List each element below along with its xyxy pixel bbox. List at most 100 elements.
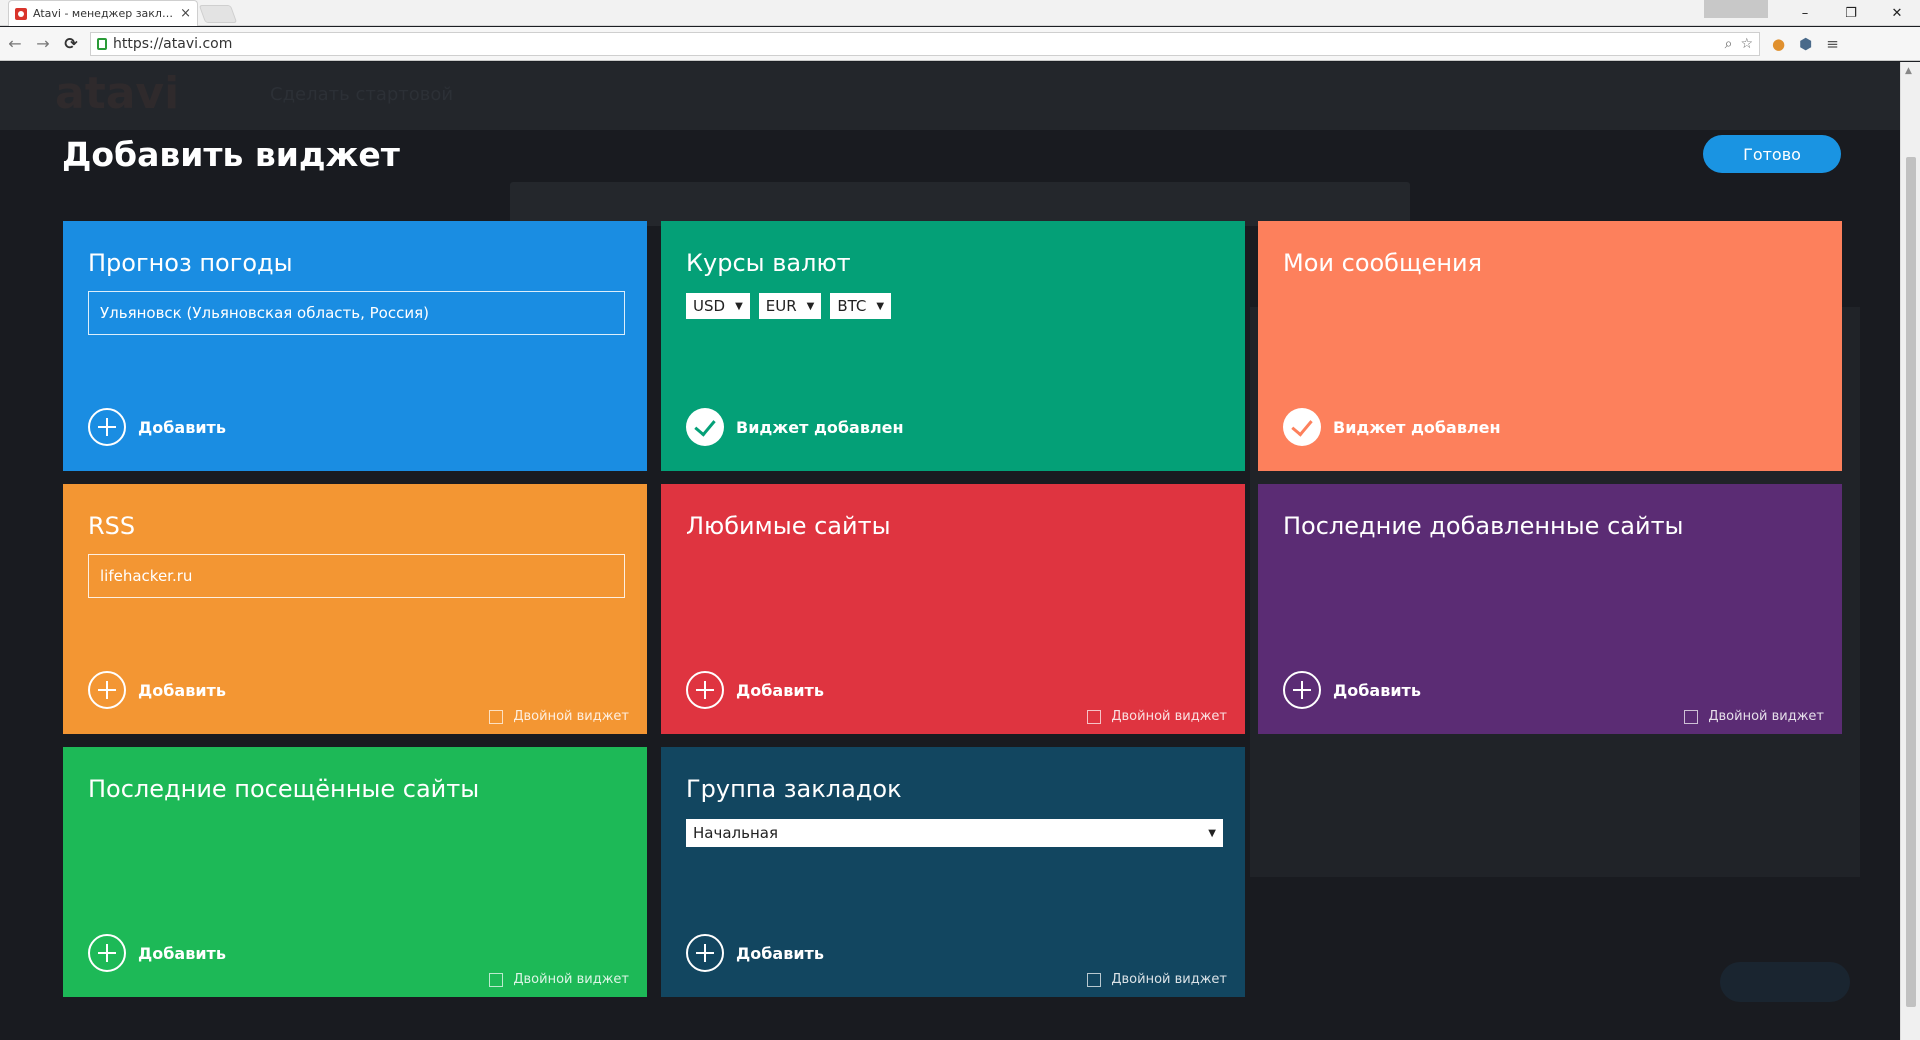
add-button[interactable]: Добавить (1283, 671, 1421, 709)
added-status: Виджет добавлен (1283, 408, 1501, 446)
browser-titlebar: Atavi - менеджер заклад × – ❐ ✕ (0, 0, 1920, 26)
page-scrollbar[interactable]: ▲ (1900, 62, 1920, 1040)
close-window-button[interactable]: ✕ (1874, 0, 1920, 26)
tile-title: RSS (88, 512, 136, 540)
messages-widget-tile: Мои сообщения Виджет добавлен (1258, 221, 1842, 471)
add-label: Добавить (1333, 680, 1421, 700)
double-widget-label: Двойной виджет (1111, 972, 1227, 987)
currency-select-value: EUR (765, 297, 797, 315)
double-widget-label: Двойной виджет (513, 709, 629, 724)
plus-circle-icon (88, 408, 126, 446)
new-tab-button[interactable] (198, 5, 238, 23)
atavi-favicon-icon (15, 7, 27, 20)
add-button[interactable]: Добавить (88, 671, 226, 709)
dropdown-caret-icon: ▼ (1208, 827, 1216, 839)
dropdown-caret-icon: ▼ (876, 300, 885, 312)
zoom-icon[interactable]: ⌕ (1725, 36, 1733, 52)
double-widget-checkbox[interactable] (1087, 709, 1102, 724)
bookmark-star-icon[interactable]: ☆ (1740, 36, 1753, 52)
bookmark-group-widget-tile: Группа закладок Начальная ▼ Добавить Дво… (661, 747, 1245, 997)
browser-toolbar: ← → ⟳ https://atavi.com ⌕ ☆ ● ⬢ ≡ (0, 27, 1920, 61)
check-circle-icon (686, 408, 724, 446)
restore-button[interactable]: ❐ (1828, 0, 1874, 26)
double-widget-option[interactable]: Двойной виджет (489, 972, 629, 987)
window-profile-area (1704, 0, 1768, 18)
plus-circle-icon (88, 934, 126, 972)
double-widget-checkbox[interactable] (489, 972, 504, 987)
plus-circle-icon (686, 671, 724, 709)
added-status: Виджет добавлен (686, 408, 904, 446)
lock-icon (97, 37, 107, 50)
address-bar[interactable]: https://atavi.com ⌕ ☆ (90, 31, 1760, 56)
check-circle-icon (1283, 408, 1321, 446)
dropdown-caret-icon: ▼ (806, 300, 815, 312)
add-label: Добавить (138, 680, 226, 700)
back-arrow-icon[interactable]: ← (2, 31, 28, 57)
plus-circle-icon (88, 671, 126, 709)
city-input[interactable] (88, 291, 625, 335)
added-label: Виджет добавлен (736, 417, 904, 437)
forward-arrow-icon[interactable]: → (30, 31, 56, 57)
double-widget-option[interactable]: Двойной виджет (489, 709, 629, 724)
currency-selects: USD ▼ EUR ▼ BTC ▼ (686, 293, 1220, 319)
double-widget-label: Двойной виджет (1111, 709, 1227, 724)
add-label: Добавить (736, 943, 824, 963)
double-widget-label: Двойной виджет (1708, 709, 1824, 724)
double-widget-option[interactable]: Двойной виджет (1684, 709, 1824, 724)
done-button[interactable]: Готово (1703, 135, 1841, 173)
add-button[interactable]: Добавить (88, 408, 226, 446)
rss-widget-tile: RSS Добавить Двойной виджет (63, 484, 647, 734)
extension-icons: ● ⬢ ≡ (1772, 35, 1839, 53)
plus-circle-icon (1283, 671, 1321, 709)
add-button[interactable]: Добавить (88, 934, 226, 972)
double-widget-checkbox[interactable] (1087, 972, 1102, 987)
add-label: Добавить (138, 943, 226, 963)
currency-select-value: BTC (837, 297, 867, 315)
double-widget-checkbox[interactable] (1684, 709, 1699, 724)
shield-extension-icon[interactable]: ⬢ (1799, 35, 1812, 53)
currency-select-3[interactable]: BTC ▼ (830, 293, 892, 319)
background-search (510, 182, 1410, 226)
recent-added-widget-tile: Последние добавленные сайты Добавить Дво… (1258, 484, 1842, 734)
added-label: Виджет добавлен (1333, 417, 1501, 437)
background-slogan: Сделать стартовой (270, 84, 454, 105)
background-logo: atavi (55, 68, 180, 119)
rss-url-input[interactable] (88, 554, 625, 598)
cookie-extension-icon[interactable]: ● (1772, 35, 1785, 53)
tile-title: Курсы валют (686, 249, 851, 277)
minimize-button[interactable]: – (1782, 0, 1828, 26)
double-widget-option[interactable]: Двойной виджет (1087, 972, 1227, 987)
tab-close-icon[interactable]: × (180, 6, 191, 21)
bookmark-group-value: Начальная (693, 824, 778, 842)
page-content: atavi Сделать стартовой Добавить виджет … (0, 62, 1900, 1040)
currency-select-value: USD (693, 297, 726, 315)
background-header: atavi Сделать стартовой (0, 62, 1900, 130)
tile-title: Любимые сайты (686, 512, 891, 540)
scrollbar-thumb[interactable] (1906, 157, 1916, 1007)
weather-widget-tile: Прогноз погоды Добавить (63, 221, 647, 471)
add-button[interactable]: Добавить (686, 671, 824, 709)
plus-circle-icon (686, 934, 724, 972)
favorites-widget-tile: Любимые сайты Добавить Двойной виджет (661, 484, 1245, 734)
currency-select-1[interactable]: USD ▼ (686, 293, 750, 319)
add-label: Добавить (736, 680, 824, 700)
tab-title: Atavi - менеджер заклад (33, 7, 177, 20)
page-title: Добавить виджет (62, 135, 400, 174)
reload-icon[interactable]: ⟳ (58, 31, 84, 57)
scroll-up-icon[interactable]: ▲ (1905, 66, 1912, 76)
double-widget-label: Двойной виджет (513, 972, 629, 987)
dropdown-caret-icon: ▼ (735, 300, 743, 312)
double-widget-checkbox[interactable] (489, 709, 504, 724)
add-button[interactable]: Добавить (686, 934, 824, 972)
tile-title: Последние посещённые сайты (88, 775, 480, 803)
window-controls: – ❐ ✕ (1704, 0, 1920, 26)
recent-visited-widget-tile: Последние посещённые сайты Добавить Двой… (63, 747, 647, 997)
browser-tab[interactable]: Atavi - менеджер заклад × (8, 0, 198, 26)
currency-select-2[interactable]: EUR ▼ (758, 293, 822, 319)
url-text: https://atavi.com (113, 35, 233, 52)
tile-title: Группа закладок (686, 775, 902, 803)
tile-title: Прогноз погоды (88, 249, 293, 277)
double-widget-option[interactable]: Двойной виджет (1087, 709, 1227, 724)
menu-icon[interactable]: ≡ (1826, 35, 1839, 53)
bookmark-group-select[interactable]: Начальная ▼ (686, 819, 1223, 847)
